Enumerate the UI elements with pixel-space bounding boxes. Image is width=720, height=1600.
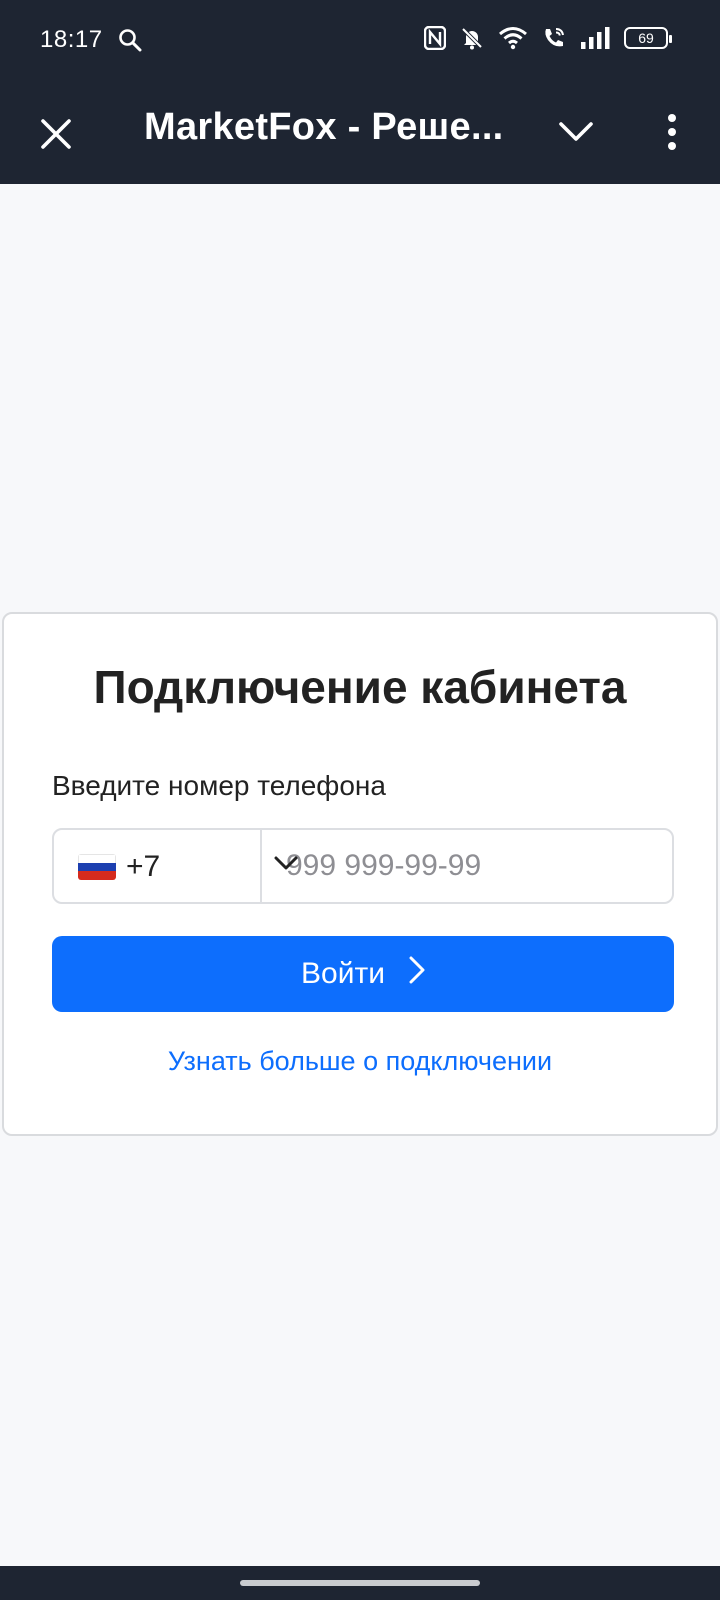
login-button-label: Войти: [301, 957, 385, 990]
battery-icon: 69: [624, 27, 672, 49]
russia-flag-icon: [78, 854, 116, 880]
wifi-icon: [498, 26, 528, 50]
chevron-down-icon[interactable]: [556, 112, 596, 152]
more-vert-icon[interactable]: [652, 108, 692, 156]
page-content: Подключение кабинета Введите номер телеф…: [0, 184, 720, 1566]
nfc-icon: [424, 26, 446, 50]
chevron-down-icon: [274, 856, 298, 877]
mute-icon: [460, 26, 484, 50]
phone-label: Введите номер телефона: [52, 770, 386, 801]
connect-card: Подключение кабинета Введите номер телеф…: [2, 612, 718, 1136]
search-icon: [118, 28, 142, 57]
signal-icon: [580, 27, 610, 49]
country-code: +7: [126, 850, 161, 883]
phone-input[interactable]: [262, 830, 672, 902]
wifi-call-icon: [542, 26, 566, 50]
close-icon[interactable]: [36, 114, 76, 154]
card-title: Подключение кабинета: [93, 661, 627, 713]
app-bar: MarketFox - Реше...: [0, 82, 720, 184]
chevron-right-icon: [409, 956, 425, 992]
status-time: 18:17: [40, 26, 103, 53]
country-code-select[interactable]: +7: [54, 830, 298, 902]
phone-field-group: +7: [52, 828, 674, 904]
home-indicator[interactable]: [240, 1580, 480, 1586]
status-bar: 18:17 69: [0, 0, 720, 82]
status-icons: 69: [424, 26, 672, 50]
navigation-bar: [0, 1566, 720, 1600]
app-title: MarketFox - Реше...: [144, 106, 504, 148]
login-button[interactable]: Войти: [52, 936, 674, 1012]
learn-more-link[interactable]: Узнать больше о подключении: [4, 1046, 716, 1077]
